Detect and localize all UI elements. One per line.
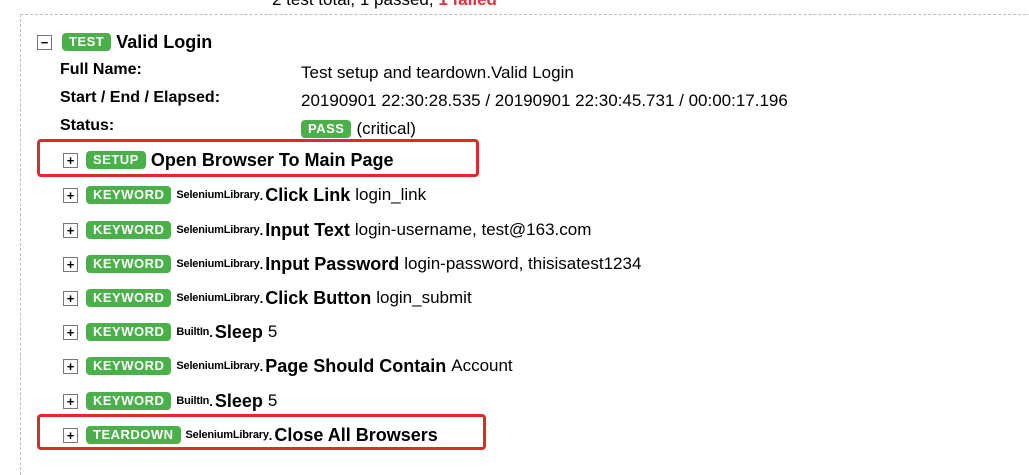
status-badge: PASS: [301, 120, 352, 138]
keyword-name: Input Text: [265, 219, 350, 240]
keyword-library: SeleniumLibrary: [176, 258, 260, 270]
test-header[interactable]: − TEST Valid Login: [37, 30, 212, 54]
keyword-arguments: Account: [451, 356, 513, 375]
keyword-library: SeleniumLibrary: [176, 224, 260, 236]
keyword-name: Sleep: [214, 390, 263, 411]
keyword-name: Page Should Contain: [265, 355, 447, 376]
keyword-arguments: login-username, test@163.com: [354, 220, 592, 239]
keyword-type-badge: KEYWORD: [86, 255, 172, 273]
status-value: PASS (critical): [301, 119, 416, 139]
keyword-name: Sleep: [214, 321, 263, 342]
keyword-separator: .: [209, 324, 213, 340]
keyword-library: BuiltIn: [176, 326, 210, 338]
keyword-type-badge: KEYWORD: [86, 357, 172, 375]
times-value: 20190901 22:30:28.535 / 20190901 22:30:4…: [301, 91, 788, 110]
expand-toggle-icon[interactable]: +: [63, 187, 78, 203]
setup-highlight-box: [37, 139, 479, 177]
keyword-separator: .: [209, 393, 213, 409]
keyword-type-badge: KEYWORD: [86, 186, 172, 204]
full-name-label: Full Name:: [60, 61, 142, 78]
keyword-separator: .: [259, 187, 264, 203]
keyword-arguments: login_link: [355, 185, 427, 204]
keyword-row[interactable]: + KEYWORD BuiltIn. Sleep 5: [63, 320, 277, 344]
keyword-separator: .: [259, 222, 264, 238]
keyword-type-badge: KEYWORD: [86, 392, 172, 410]
keyword-library: SeleniumLibrary: [176, 292, 260, 304]
keyword-library: SeleniumLibrary: [176, 189, 260, 201]
status-note: (critical): [356, 119, 416, 138]
keyword-row[interactable]: + KEYWORD SeleniumLibrary. Page Should Cont…: [63, 354, 513, 378]
expand-toggle-icon[interactable]: +: [63, 324, 78, 340]
keyword-name: Click Link: [265, 184, 351, 205]
keyword-arguments: login_submit: [376, 288, 472, 307]
teardown-highlight-box: [37, 414, 486, 450]
keyword-library: BuiltIn: [176, 395, 210, 407]
keyword-separator: .: [259, 256, 264, 272]
full-name-value: Test setup and teardown.Valid Login: [301, 63, 574, 82]
keyword-row[interactable]: + KEYWORD BuiltIn. Sleep 5: [63, 389, 277, 413]
keyword-separator: .: [259, 290, 264, 306]
keyword-arguments: login-password, thisisatest1234: [404, 254, 642, 273]
keyword-library: SeleniumLibrary: [176, 360, 260, 372]
expand-toggle-icon[interactable]: +: [63, 222, 78, 238]
expand-toggle-icon[interactable]: +: [63, 358, 78, 374]
summary-text: 2 test total, 1 passed,: [272, 0, 434, 9]
times-label: Start / End / Elapsed:: [60, 89, 221, 106]
summary-failed: 1 failed: [438, 0, 497, 9]
test-summary: 2 test total, 1 passed, 1 failed: [272, 0, 497, 10]
test-name: Valid Login: [116, 31, 213, 52]
keyword-separator: .: [259, 358, 264, 374]
keyword-row[interactable]: + KEYWORD SeleniumLibrary. Input Text login-…: [63, 218, 591, 242]
expand-toggle-icon[interactable]: +: [63, 290, 78, 306]
keyword-type-badge: KEYWORD: [86, 323, 172, 341]
keyword-arguments: 5: [267, 322, 278, 341]
status-label: Status:: [60, 117, 115, 134]
keyword-row[interactable]: + KEYWORD SeleniumLibrary. Input Password lo…: [63, 252, 641, 276]
collapse-toggle-icon[interactable]: −: [37, 34, 52, 50]
keyword-type-badge: KEYWORD: [86, 289, 172, 307]
expand-toggle-icon[interactable]: +: [63, 256, 78, 272]
keyword-row[interactable]: + KEYWORD SeleniumLibrary. Click Button logi…: [63, 286, 472, 310]
keyword-name: Input Password: [265, 253, 400, 274]
keyword-type-badge: KEYWORD: [86, 221, 172, 239]
keyword-row[interactable]: + KEYWORD SeleniumLibrary. Click Link login_…: [63, 183, 426, 207]
expand-toggle-icon[interactable]: +: [63, 393, 78, 409]
keyword-arguments: 5: [267, 391, 278, 410]
test-badge: TEST: [62, 33, 112, 51]
keyword-name: Click Button: [265, 287, 372, 308]
